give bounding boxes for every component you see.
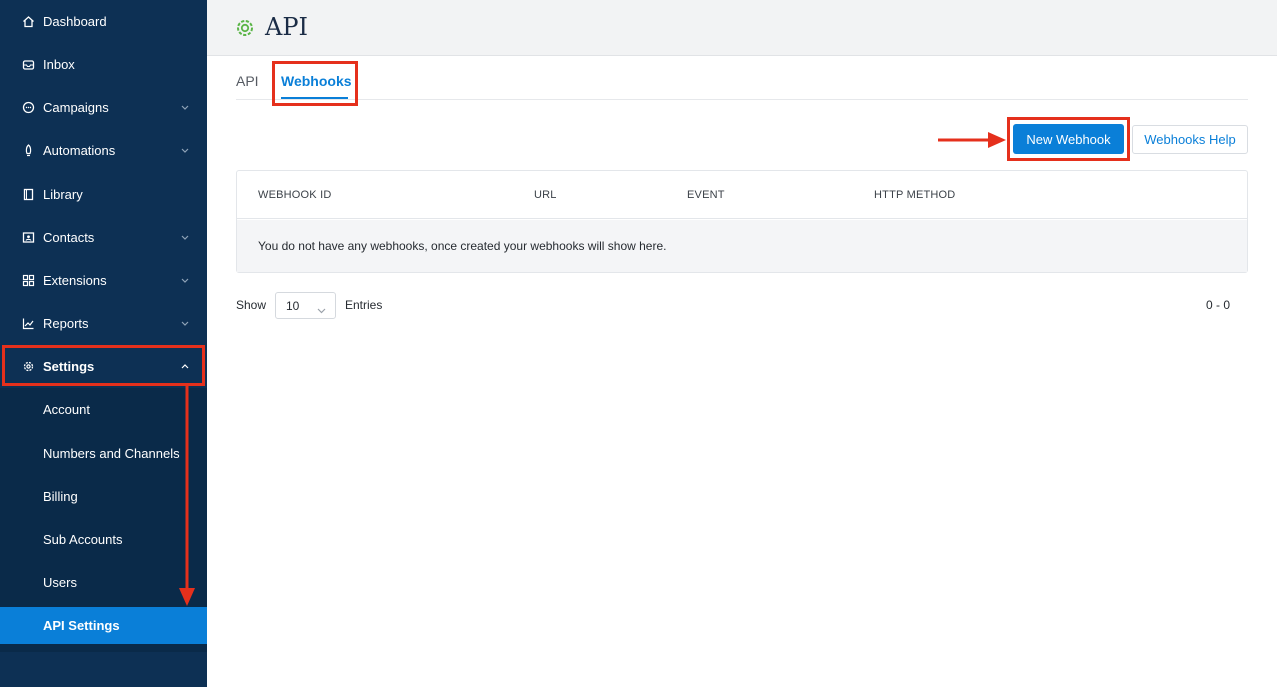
grid-icon — [22, 274, 35, 287]
inbox-icon — [22, 58, 35, 71]
webhooks-help-button[interactable]: Webhooks Help — [1132, 125, 1248, 154]
sidebar-subitem-label: Billing — [43, 488, 78, 504]
sidebar-subitem-label: API Settings — [43, 618, 120, 633]
sidebar-item-automations[interactable]: Automations — [0, 130, 207, 170]
table-header: WEBHOOK ID URL EVENT HTTP METHOD — [237, 171, 1247, 219]
chevron-down-icon — [180, 275, 190, 285]
new-webhook-button[interactable]: New Webhook — [1013, 124, 1124, 154]
sidebar: Dashboard Inbox Campaigns Automations Li… — [0, 0, 207, 687]
page-title: API — [265, 13, 308, 41]
sidebar-item-label: Inbox — [43, 56, 75, 72]
chevron-down-icon — [180, 318, 190, 328]
chart-icon — [22, 317, 35, 330]
sidebar-item-label: Library — [43, 186, 83, 202]
sidebar-subitem-billing[interactable]: Billing — [0, 477, 207, 515]
webhooks-tab-highlight-box — [272, 61, 358, 106]
page-size-value: 10 — [286, 299, 300, 313]
sidebar-subitem-label: Account — [43, 401, 90, 417]
gear-icon — [234, 17, 256, 39]
sidebar-subitem-users[interactable]: Users — [0, 563, 207, 601]
down-arrow-annotation — [179, 386, 195, 606]
page-size-select[interactable]: 10 — [275, 292, 336, 319]
sidebar-item-inbox[interactable]: Inbox — [0, 44, 207, 84]
rocket-icon — [22, 143, 35, 157]
tabs-divider — [236, 99, 1248, 100]
column-header-event: EVENT — [687, 189, 725, 201]
sidebar-item-label: Campaigns — [43, 99, 109, 115]
pagination-range: 0 - 0 — [1206, 298, 1231, 312]
sidebar-subitem-label: Sub Accounts — [43, 531, 123, 547]
column-header-http-method: HTTP METHOD — [874, 189, 956, 201]
sidebar-item-label: Dashboard — [43, 13, 107, 29]
book-icon — [22, 188, 35, 201]
sidebar-item-label: Automations — [43, 142, 116, 158]
sidebar-subitem-label: Numbers and Channels — [43, 445, 180, 461]
sidebar-item-reports[interactable]: Reports — [0, 303, 207, 343]
sidebar-item-label: Extensions — [43, 272, 107, 288]
column-header-url: URL — [534, 189, 557, 201]
sidebar-item-label: Contacts — [43, 229, 95, 245]
chevron-down-icon — [317, 301, 326, 319]
sidebar-subitem-sub-accounts[interactable]: Sub Accounts — [0, 520, 207, 558]
webhooks-table: WEBHOOK ID URL EVENT HTTP METHOD You do … — [236, 170, 1248, 273]
sidebar-subitem-label: Users — [43, 574, 77, 590]
sidebar-item-campaigns[interactable]: Campaigns — [0, 87, 207, 127]
home-icon — [22, 15, 35, 28]
column-header-webhook-id: WEBHOOK ID — [258, 189, 332, 201]
sidebar-item-library[interactable]: Library — [0, 174, 207, 214]
chat-icon — [22, 101, 35, 114]
chevron-down-icon — [180, 145, 190, 155]
sidebar-subitem-api-settings[interactable]: API Settings — [0, 607, 207, 644]
sidebar-item-label: Reports — [43, 315, 89, 331]
sidebar-item-dashboard[interactable]: Dashboard — [0, 1, 207, 41]
chevron-down-icon — [180, 102, 190, 112]
sidebar-item-extensions[interactable]: Extensions — [0, 260, 207, 300]
chevron-down-icon — [180, 232, 190, 242]
show-label: Show — [236, 298, 267, 312]
sidebar-item-contacts[interactable]: Contacts — [0, 217, 207, 257]
page-header — [207, 0, 1277, 56]
entries-label: Entries — [345, 298, 383, 312]
tab-api[interactable]: API — [236, 73, 259, 89]
sidebar-subitem-numbers-and-channels[interactable]: Numbers and Channels — [0, 434, 207, 472]
empty-state-message: You do not have any webhooks, once creat… — [258, 239, 667, 253]
sidebar-subitem-account[interactable]: Account — [0, 390, 207, 428]
settings-highlight-box — [2, 345, 205, 386]
right-arrow-annotation — [938, 132, 1006, 148]
table-empty-row: You do not have any webhooks, once creat… — [237, 220, 1247, 272]
contact-card-icon — [22, 231, 35, 244]
